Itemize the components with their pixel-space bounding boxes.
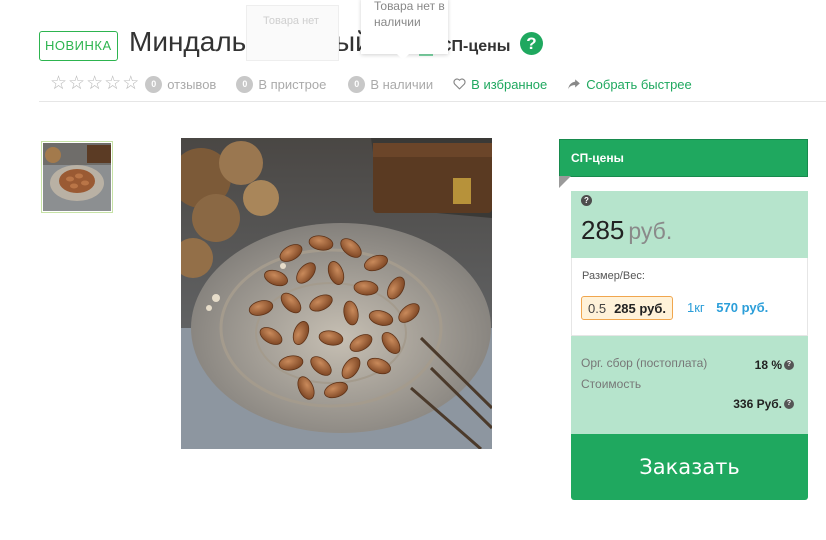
rating-stars[interactable]: ☆ ☆ ☆ ☆ ☆: [50, 74, 139, 94]
tooltip-arrow: [397, 54, 409, 60]
star-outline-icon[interactable]: ☆: [86, 74, 103, 94]
size-selector-box: Размер/Вес: 0.5 285 руб. 1кг 570 руб.: [571, 258, 808, 336]
stock-count-badge: 0: [348, 75, 366, 93]
stock-label: В наличии: [370, 76, 434, 92]
tooltip-ghost: Товара нет: [246, 5, 339, 61]
price-box: ? 285 руб.: [571, 191, 808, 258]
add-to-favorites-link[interactable]: В избранное: [453, 77, 547, 92]
fee-box: Орг. сбор (постоплата) 18 % ? Стоимость …: [571, 336, 808, 434]
price-display: 285 руб.: [581, 215, 672, 246]
pristroy-link[interactable]: 0 В пристрое: [236, 75, 327, 93]
size-option-size: 1кг: [687, 300, 705, 315]
question-circle-icon[interactable]: ?: [784, 360, 794, 370]
size-option-price: 285 руб.: [614, 300, 667, 316]
sp-price-panel-header: СП-цены: [559, 139, 808, 177]
size-option-price: 570 руб.: [716, 300, 769, 315]
reviews-count-badge: 0: [145, 75, 163, 93]
header-divider: [39, 101, 826, 102]
size-option[interactable]: 1кг 570 руб.: [687, 300, 768, 315]
price-currency: руб.: [628, 218, 673, 244]
reviews-label: отзывов: [167, 76, 217, 92]
product-meta-row: ☆ ☆ ☆ ☆ ☆ 0 отзывов 0 В пристрое 0 В нал…: [50, 74, 692, 94]
cost-label: Стоимость: [581, 377, 642, 391]
star-outline-icon[interactable]: ☆: [50, 74, 67, 94]
size-label: Размер/Вес:: [582, 270, 645, 282]
question-circle-icon[interactable]: ?: [520, 32, 543, 55]
share-arrow-icon: [568, 79, 581, 90]
reviews-link[interactable]: 0 отзывов: [145, 75, 217, 93]
sp-price-label: СП-цены: [440, 38, 511, 55]
stock-link[interactable]: 0 В наличии: [348, 75, 434, 93]
order-button[interactable]: Заказать: [571, 434, 808, 500]
org-fee-percent: 18 %: [754, 358, 782, 372]
product-main-image[interactable]: [171, 138, 494, 451]
question-circle-icon[interactable]: ?: [581, 195, 592, 206]
star-outline-icon[interactable]: ☆: [104, 74, 121, 94]
question-circle-icon[interactable]: ?: [784, 399, 794, 409]
org-fee-value: 18 % ?: [755, 358, 794, 372]
pristroy-count-badge: 0: [236, 75, 254, 93]
size-option-size: 0.5: [588, 300, 607, 316]
new-badge: НОВИНКА: [39, 31, 118, 61]
collect-faster-label: Собрать быстрее: [586, 76, 692, 92]
price-value: 285: [581, 215, 625, 245]
pristroy-label: В пристрое: [258, 76, 327, 92]
product-thumbnail[interactable]: [41, 141, 113, 213]
star-outline-icon[interactable]: ☆: [68, 74, 85, 94]
size-option-selected[interactable]: 0.5 285 руб.: [581, 296, 674, 320]
collect-faster-link[interactable]: Собрать быстрее: [567, 77, 692, 92]
star-outline-icon[interactable]: ☆: [122, 74, 139, 94]
org-fee-label: Орг. сбор (постоплата): [581, 356, 708, 370]
stock-tooltip: Товара нет в наличии: [361, 0, 448, 54]
favorites-label: В избранное: [471, 76, 548, 92]
cost-value: 336 Руб. ?: [733, 397, 794, 411]
heart-outline-icon: [453, 78, 466, 90]
cost-amount: 336 Руб.: [733, 397, 782, 411]
panel-header-fold: [559, 176, 571, 188]
